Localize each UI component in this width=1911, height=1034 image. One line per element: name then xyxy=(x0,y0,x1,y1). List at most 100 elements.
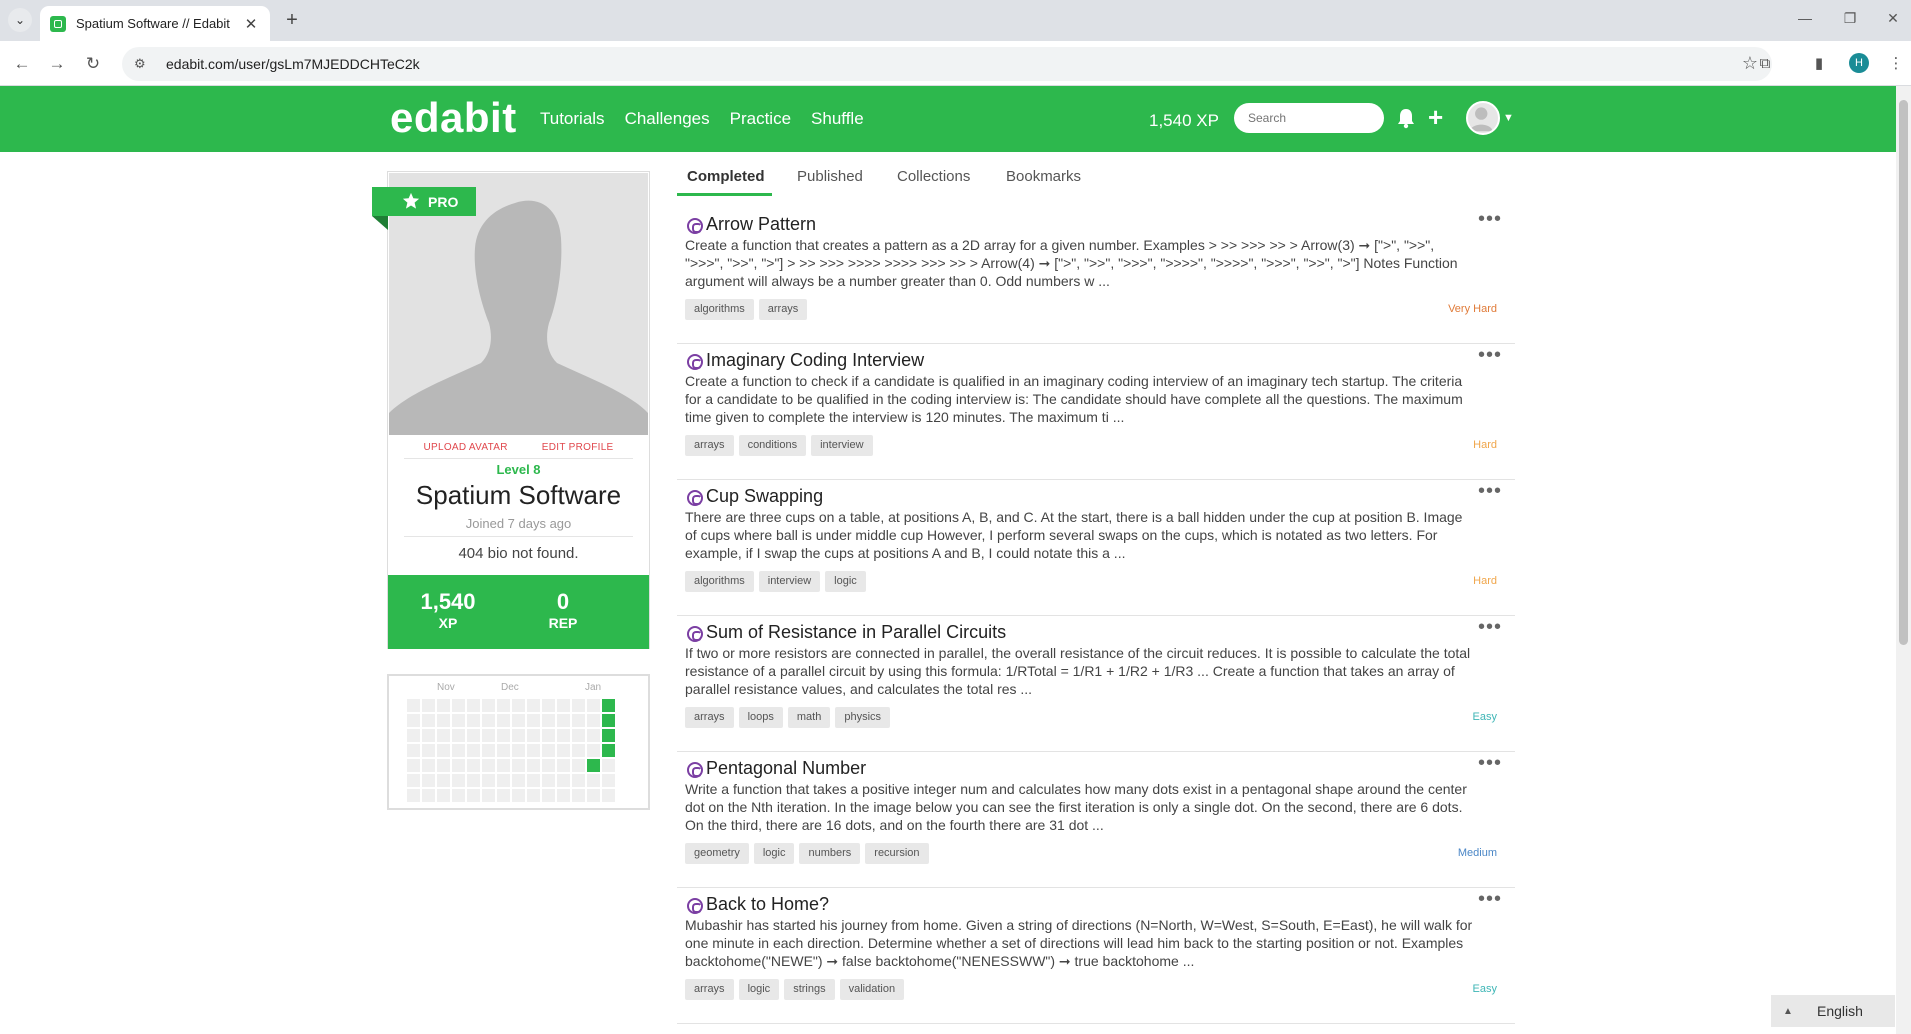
calendar-day xyxy=(587,714,600,727)
calendar-day xyxy=(602,744,615,757)
browser-profile-avatar[interactable]: H xyxy=(1849,53,1869,73)
tag[interactable]: geometry xyxy=(685,843,749,864)
url-text[interactable]: edabit.com/user/gsLm7MJEDDCHTeC2k xyxy=(166,56,420,72)
calendar-day xyxy=(407,744,420,757)
calendar-day xyxy=(467,774,480,787)
challenge-item[interactable]: Cup Swapping ••• There are three cups on… xyxy=(677,480,1515,616)
calendar-day xyxy=(527,744,540,757)
restore-icon[interactable]: ❐ xyxy=(1840,10,1860,27)
more-options-icon[interactable]: ••• xyxy=(1478,344,1502,367)
back-icon[interactable]: ← xyxy=(10,52,34,76)
challenge-item[interactable]: Pentagonal Number ••• Write a function t… xyxy=(677,752,1515,888)
challenge-title[interactable]: Pentagonal Number xyxy=(706,758,866,779)
edit-profile-link[interactable]: EDIT PROFILE xyxy=(542,442,614,453)
challenge-tags: geometry logic numbers recursion xyxy=(685,843,929,864)
edabit-logo[interactable]: edabit xyxy=(390,94,517,142)
challenge-item[interactable]: Sum of Resistance in Parallel Circuits •… xyxy=(677,616,1515,752)
tag[interactable]: physics xyxy=(835,707,891,728)
language-label[interactable]: English xyxy=(1817,1003,1863,1019)
tag[interactable]: arrays xyxy=(685,707,734,728)
tab-published[interactable]: Published xyxy=(797,168,863,198)
site-info-icon[interactable]: ⚙ xyxy=(134,56,154,72)
challenge-item[interactable]: Arrow Pattern ••• Create a function that… xyxy=(677,208,1515,344)
activity-calendar: Nov Dec Jan xyxy=(387,674,650,810)
user-avatar[interactable] xyxy=(1466,101,1500,135)
tag[interactable]: arrays xyxy=(685,979,734,1000)
tag[interactable]: arrays xyxy=(758,299,808,320)
tag[interactable]: interview xyxy=(758,571,821,592)
more-options-icon[interactable]: ••• xyxy=(1478,480,1502,503)
calendar-day xyxy=(572,759,585,772)
more-options-icon[interactable]: ••• xyxy=(1478,888,1502,911)
browser-menu-icon[interactable]: ⋮ xyxy=(1885,53,1907,75)
calendar-day xyxy=(602,789,615,802)
forward-icon[interactable]: → xyxy=(45,52,69,76)
tag[interactable]: math xyxy=(787,707,831,728)
more-options-icon[interactable]: ••• xyxy=(1478,752,1502,775)
tag[interactable]: conditions xyxy=(738,435,807,456)
more-options-icon[interactable]: ••• xyxy=(1478,616,1502,639)
challenge-title[interactable]: Arrow Pattern xyxy=(706,214,816,235)
tag[interactable]: logic xyxy=(738,979,780,1000)
tag[interactable]: numbers xyxy=(799,843,861,864)
calendar-day xyxy=(587,699,600,712)
calendar-day xyxy=(587,759,600,772)
tab-collections[interactable]: Collections xyxy=(897,168,970,198)
calendar-day xyxy=(482,774,495,787)
extensions-icon[interactable]: ⧉ xyxy=(1754,53,1776,75)
user-menu-caret-icon[interactable]: ▼ xyxy=(1503,112,1514,124)
create-plus-icon[interactable]: + xyxy=(1428,102,1443,133)
tag[interactable]: recursion xyxy=(865,843,929,864)
tab-bookmarks[interactable]: Bookmarks xyxy=(1006,168,1081,198)
tag[interactable]: validation xyxy=(839,979,905,1000)
nav-challenges[interactable]: Challenges xyxy=(625,109,710,129)
calendar-month-label: Nov xyxy=(437,682,455,693)
minimize-icon[interactable]: — xyxy=(1795,10,1815,26)
challenge-title[interactable]: Cup Swapping xyxy=(706,486,823,507)
difficulty-label: Hard xyxy=(1473,575,1497,587)
new-tab-icon[interactable]: + xyxy=(280,9,304,32)
calendar-day xyxy=(482,729,495,742)
window-close-icon[interactable]: ✕ xyxy=(1883,10,1903,27)
language-selector[interactable]: ▲ English xyxy=(1771,995,1895,1027)
more-options-icon[interactable]: ••• xyxy=(1478,208,1502,231)
nav-tutorials[interactable]: Tutorials xyxy=(540,109,605,129)
calendar-day xyxy=(542,759,555,772)
challenge-item[interactable]: Back to Home? ••• Mubashir has started h… xyxy=(677,888,1515,1024)
tab-search-icon[interactable]: ⌄ xyxy=(8,8,32,32)
calendar-day xyxy=(452,789,465,802)
chevron-up-icon[interactable]: ▲ xyxy=(1771,1006,1805,1017)
calendar-day xyxy=(542,789,555,802)
notification-bell-icon[interactable] xyxy=(1396,107,1416,129)
calendar-day xyxy=(512,759,525,772)
calendar-day xyxy=(557,699,570,712)
calendar-day xyxy=(542,729,555,742)
tag[interactable]: loops xyxy=(738,707,783,728)
calendar-day xyxy=(602,714,615,727)
calendar-day xyxy=(497,759,510,772)
nav-practice[interactable]: Practice xyxy=(730,109,791,129)
close-tab-icon[interactable]: ✕ xyxy=(242,15,260,33)
browser-toolbar: ← → ↻ ⚙ edabit.com/user/gsLm7MJEDDCHTeC2… xyxy=(0,41,1911,86)
side-panel-icon[interactable]: ▮ xyxy=(1808,53,1830,75)
tag[interactable]: interview xyxy=(811,435,873,456)
tag[interactable]: logic xyxy=(753,843,795,864)
nav-shuffle[interactable]: Shuffle xyxy=(811,109,864,129)
upload-avatar-link[interactable]: UPLOAD AVATAR xyxy=(423,442,507,453)
challenge-title[interactable]: Imaginary Coding Interview xyxy=(706,350,924,371)
calendar-day xyxy=(437,699,450,712)
tag[interactable]: strings xyxy=(784,979,835,1000)
challenge-title[interactable]: Sum of Resistance in Parallel Circuits xyxy=(706,622,1006,643)
reload-icon[interactable]: ↻ xyxy=(81,52,105,76)
tag[interactable]: algorithms xyxy=(685,299,754,320)
browser-tab[interactable]: Spatium Software // Edabit ✕ xyxy=(40,6,270,41)
challenge-title[interactable]: Back to Home? xyxy=(706,894,829,915)
search-input[interactable] xyxy=(1234,103,1384,133)
scroll-thumb[interactable] xyxy=(1899,100,1908,645)
address-bar[interactable]: ⚙ edabit.com/user/gsLm7MJEDDCHTeC2k ☆ xyxy=(122,47,1772,81)
tag[interactable]: arrays xyxy=(685,435,734,456)
tag[interactable]: logic xyxy=(825,571,866,592)
tag[interactable]: algorithms xyxy=(685,571,754,592)
challenge-item[interactable]: Imaginary Coding Interview ••• Create a … xyxy=(677,344,1515,480)
calendar-day xyxy=(437,774,450,787)
